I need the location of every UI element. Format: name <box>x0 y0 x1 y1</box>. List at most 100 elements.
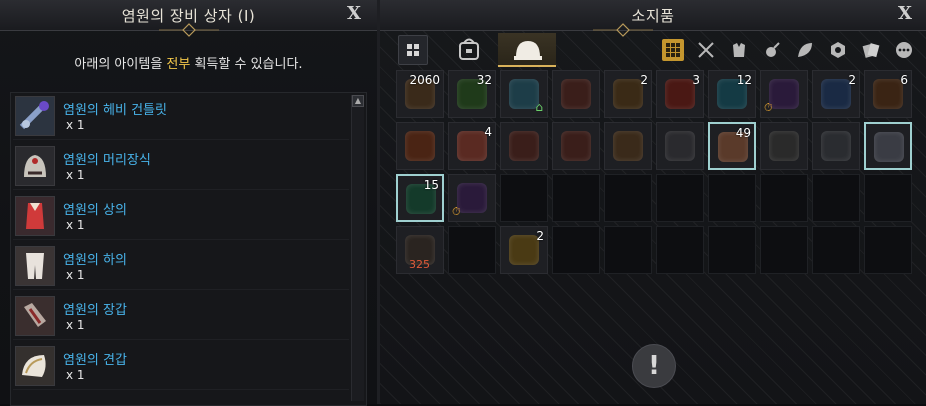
grid-view-icon[interactable] <box>398 35 428 65</box>
item-icon <box>769 79 799 109</box>
filter-gem-icon[interactable] <box>827 39 849 61</box>
shoulder-armor-icon <box>15 346 55 386</box>
inventory-slot[interactable] <box>812 122 860 170</box>
instruction-suffix: 획득할 수 있습니다. <box>190 57 303 72</box>
item-name: 염원의 상의 <box>63 203 127 218</box>
list-item[interactable]: 염원의 상의 x 1 <box>13 193 349 240</box>
item-icon <box>457 131 487 161</box>
inventory-slot[interactable] <box>708 174 756 222</box>
item-quantity: x 1 <box>66 218 85 232</box>
filter-armor-icon[interactable] <box>728 39 750 61</box>
item-count: 2060 <box>409 73 440 87</box>
inventory-tabs <box>380 32 926 68</box>
close-icon[interactable]: X <box>898 3 912 24</box>
instruction-prefix: 아래의 아이템을 <box>74 57 167 72</box>
inventory-slot[interactable]: 3 <box>656 70 704 118</box>
inventory-slot[interactable]: 2060 <box>396 70 444 118</box>
inventory-slot[interactable] <box>552 70 600 118</box>
filter-leaf-icon[interactable] <box>794 39 816 61</box>
inventory-slot[interactable] <box>708 226 756 274</box>
tab-bag[interactable] <box>440 33 498 67</box>
inventory-slot[interactable] <box>656 122 704 170</box>
item-count: 2 <box>640 73 648 87</box>
item-icon <box>457 183 487 213</box>
inventory-slot[interactable] <box>812 174 860 222</box>
inventory-slot[interactable] <box>552 226 600 274</box>
gauntlet-weapon-icon <box>15 96 55 136</box>
reward-item-list: ▲ 염원의 헤비 건틀릿 x 1 염원의 머리장식 x 1 염원의 상의 x 1 <box>10 92 367 406</box>
item-name: 염원의 장갑 <box>63 303 127 318</box>
gloves-icon <box>15 296 55 336</box>
warning-icon[interactable]: ! <box>632 344 676 388</box>
inventory-slot[interactable] <box>864 226 912 274</box>
reward-instruction: 아래의 아이템을 전부 획득할 수 있습니다. <box>0 53 377 72</box>
timer-icon: ⏱ <box>764 101 773 114</box>
list-item[interactable]: 염원의 헤비 건틀릿 x 1 <box>13 93 349 140</box>
inventory-slot[interactable] <box>552 122 600 170</box>
inventory-slot[interactable] <box>604 122 652 170</box>
item-icon <box>561 79 591 109</box>
inventory-slot[interactable]: 325 <box>396 226 444 274</box>
inventory-title: 소지품 <box>631 7 675 25</box>
inventory-slot[interactable]: 2 <box>604 70 652 118</box>
item-icon <box>613 79 643 109</box>
inventory-slot[interactable] <box>864 122 912 170</box>
item-count: 15 <box>423 178 439 192</box>
inventory-slot[interactable]: 12 <box>708 70 756 118</box>
timer-icon: ⏱ <box>452 205 461 218</box>
list-item[interactable]: 염원의 머리장식 x 1 <box>13 143 349 190</box>
scroll-up-icon[interactable]: ▲ <box>352 95 364 107</box>
item-count: 2 <box>536 229 544 243</box>
list-item[interactable]: 염원의 견갑 x 1 <box>13 343 349 390</box>
inventory-slot[interactable] <box>760 122 808 170</box>
filter-sword-icon[interactable] <box>695 39 717 61</box>
inventory-slot[interactable] <box>604 174 652 222</box>
inventory-slot[interactable] <box>864 174 912 222</box>
inventory-slot[interactable]: 6 <box>864 70 912 118</box>
inventory-slot[interactable] <box>500 122 548 170</box>
inventory-slot[interactable]: ⏱ <box>760 70 808 118</box>
list-item[interactable]: 염원의 하의 x 1 <box>13 243 349 290</box>
reward-box-panel: 염원의 장비 상자 (I) X 아래의 아이템을 전부 획득할 수 있습니다. … <box>0 0 378 406</box>
home-icon: ⌂ <box>535 100 543 114</box>
inventory-slot[interactable]: ⏱ <box>448 174 496 222</box>
inventory-slot[interactable] <box>812 226 860 274</box>
inventory-slot[interactable] <box>552 174 600 222</box>
inventory-slot[interactable] <box>500 174 548 222</box>
inventory-slot[interactable] <box>604 226 652 274</box>
durability-count: 325 <box>409 258 430 271</box>
inventory-grid: 2060 32 ⌂ 2 3 12 ⏱ 2 6 4 49 15 ⏱ 325 2 <box>396 70 918 278</box>
inventory-slot[interactable]: 2 <box>812 70 860 118</box>
inventory-slot[interactable]: 4 <box>448 122 496 170</box>
inventory-slot[interactable]: ⌂ <box>500 70 548 118</box>
item-count: 2 <box>848 73 856 87</box>
filter-potion-icon[interactable] <box>761 39 783 61</box>
bag-icon <box>459 38 479 60</box>
inventory-slot[interactable] <box>760 174 808 222</box>
inventory-slot[interactable] <box>448 226 496 274</box>
scrollbar[interactable]: ▲ <box>351 95 364 401</box>
title-ornament-icon <box>159 23 219 37</box>
inventory-slot[interactable] <box>760 226 808 274</box>
item-icon <box>561 131 591 161</box>
close-icon[interactable]: X <box>347 3 361 24</box>
headgear-icon <box>15 146 55 186</box>
filter-all-icon[interactable] <box>662 39 684 61</box>
tab-equipment[interactable] <box>498 33 556 67</box>
item-quantity: x 1 <box>66 318 85 332</box>
inventory-slot[interactable] <box>656 174 704 222</box>
inventory-slot[interactable] <box>396 122 444 170</box>
item-count: 4 <box>484 125 492 139</box>
filter-more-icon[interactable] <box>893 39 915 61</box>
inventory-slot[interactable]: 15 <box>396 174 444 222</box>
item-name: 염원의 견갑 <box>63 353 127 368</box>
inventory-slot[interactable]: 32 <box>448 70 496 118</box>
list-item[interactable]: 염원의 장갑 x 1 <box>13 293 349 340</box>
filter-cards-icon[interactable] <box>860 39 882 61</box>
instruction-highlight: 전부 <box>166 57 191 72</box>
item-quantity: x 1 <box>66 168 85 182</box>
inventory-slot[interactable]: 2 <box>500 226 548 274</box>
inventory-slot[interactable] <box>656 226 704 274</box>
inventory-slot[interactable]: 49 <box>708 122 756 170</box>
item-name: 염원의 하의 <box>63 253 127 268</box>
